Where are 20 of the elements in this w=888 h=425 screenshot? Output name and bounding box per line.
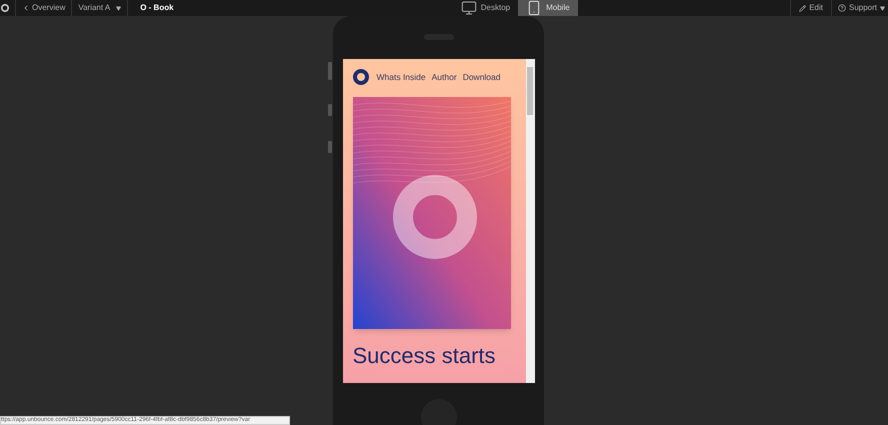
overview-link[interactable]: Overview bbox=[16, 2, 72, 14]
page-name: O - Book bbox=[139, 2, 175, 14]
logo-icon bbox=[352, 69, 368, 85]
headline: Success starts bbox=[352, 345, 497, 367]
support-button[interactable]: Support bbox=[832, 2, 888, 14]
variant-dropdown[interactable]: Variant A bbox=[72, 2, 128, 14]
scrollbar[interactable] bbox=[526, 59, 534, 383]
pencil-icon bbox=[799, 4, 806, 12]
edit-button[interactable]: Edit bbox=[791, 2, 831, 14]
caret-icon bbox=[880, 6, 886, 10]
chevron-left-icon bbox=[22, 4, 30, 12]
help-icon bbox=[838, 4, 846, 12]
view-tab[interactable]: Mobile bbox=[518, 0, 578, 16]
view-tab[interactable]: Desktop bbox=[452, 0, 518, 16]
nav-link[interactable]: Download bbox=[462, 70, 500, 84]
logo-icon[interactable] bbox=[1, 3, 9, 13]
monitor-icon bbox=[460, 0, 477, 16]
caret-icon bbox=[116, 6, 122, 10]
nav-link[interactable]: Author bbox=[432, 70, 457, 84]
nav-link[interactable]: Whats Inside bbox=[376, 70, 426, 84]
